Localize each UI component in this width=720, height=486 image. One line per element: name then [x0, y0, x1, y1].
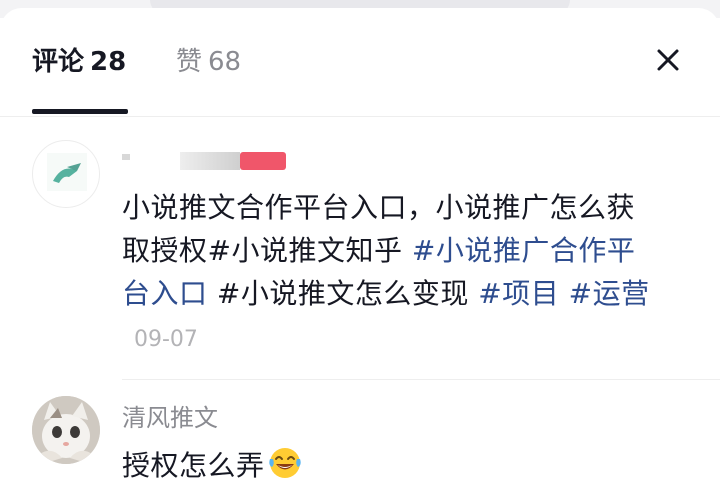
comment-date: 09-07: [134, 327, 198, 352]
close-button[interactable]: [648, 40, 688, 80]
comment-text: 授权怎么弄: [122, 444, 662, 486]
comment-text-segment: #小说推文怎么变现: [207, 277, 479, 310]
redacted-username: [122, 146, 288, 172]
comment-text-segment: 授权怎么弄: [122, 449, 265, 482]
avatar[interactable]: [32, 396, 100, 464]
divider: [0, 116, 720, 117]
close-icon: [657, 49, 679, 71]
comment-text: 小说推文合作平台入口，小说推广怎么获取授权#小说推文知乎 #小说推广合作平台入口…: [122, 186, 662, 361]
comments-sheet: 评论 28 赞 68 小说推文合作平台入口，小说推广怎么获取授权#小说推文知乎 …: [0, 8, 720, 486]
tab-comments-label: 评论: [32, 47, 85, 77]
tab-comments-count: 28: [90, 47, 127, 77]
active-tab-indicator: [32, 109, 128, 114]
comment-username[interactable]: 清风推文: [122, 403, 218, 433]
tab-likes-count: 68: [208, 47, 242, 77]
tab-bar: 评论 28 赞 68: [0, 8, 720, 114]
tab-likes-label: 赞: [176, 47, 203, 77]
avatar[interactable]: [32, 140, 100, 208]
hashtag-link[interactable]: #运营: [569, 277, 650, 310]
laughing-crying-emoji-icon: [268, 448, 301, 478]
tab-comments[interactable]: 评论 28: [32, 45, 126, 79]
tab-likes[interactable]: 赞 68: [176, 45, 241, 79]
hashtag-link[interactable]: #项目: [478, 277, 559, 310]
comment-text-segment: [559, 277, 568, 310]
divider: [122, 379, 720, 380]
